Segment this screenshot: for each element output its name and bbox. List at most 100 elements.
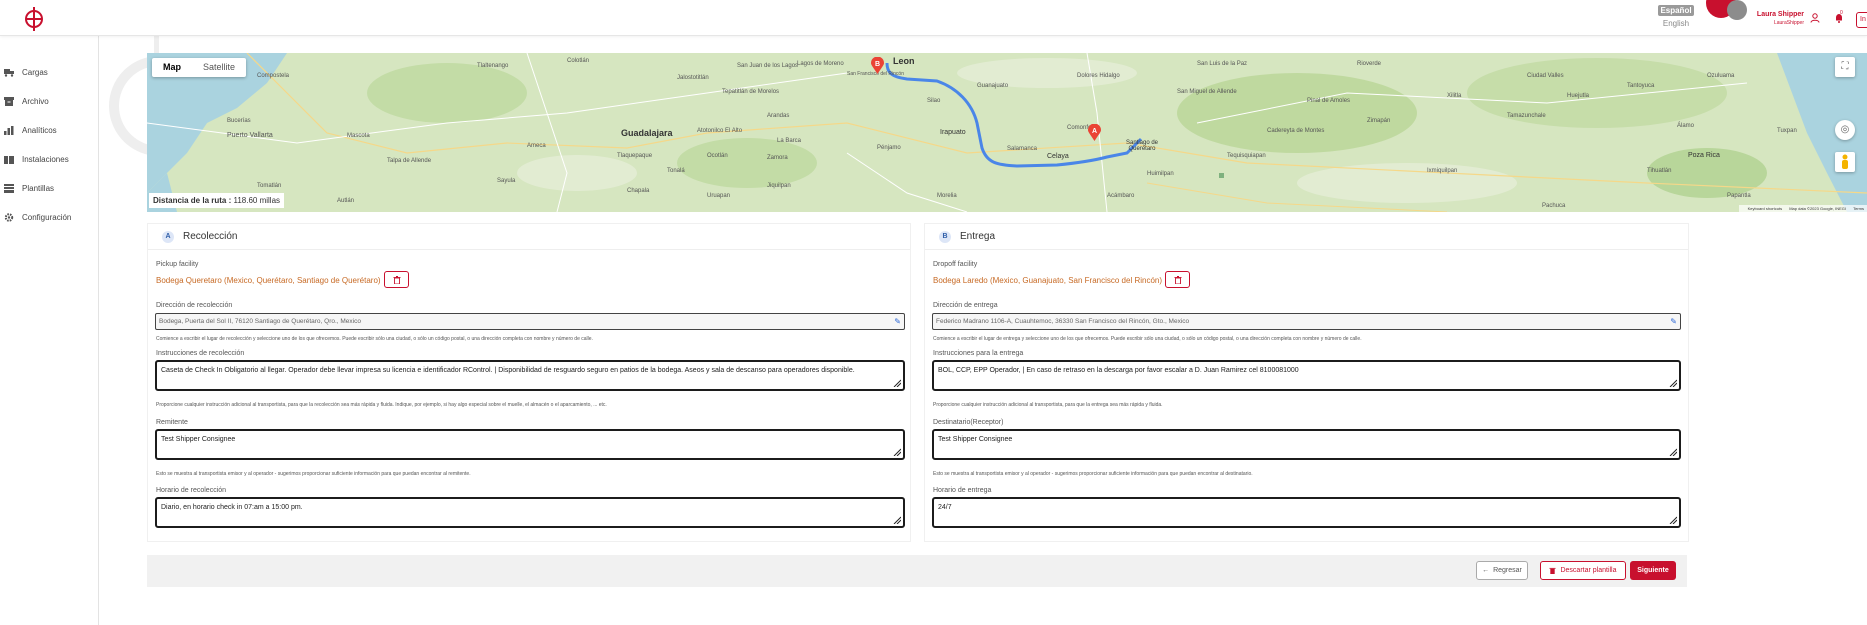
dropoff-header: B Entrega (925, 224, 1688, 250)
language-switcher[interactable]: Español English (1658, 5, 1694, 28)
map-label-city: Tuxpan (1777, 128, 1797, 134)
map-label-city: Acámbaro (1107, 193, 1135, 199)
route-distance: Distancia de la ruta : 118.60 millas (149, 193, 285, 208)
resize-grip-icon[interactable] (893, 448, 901, 456)
resize-grip-icon[interactable] (893, 516, 901, 524)
delete-pickup-facility-button[interactable] (384, 271, 409, 288)
sidebar-item-analiticos[interactable]: Analíticos (4, 123, 57, 137)
map-tab[interactable]: Map (152, 58, 192, 77)
map-label-city: Huejutla (1567, 93, 1590, 99)
lang-active[interactable]: Español (1658, 5, 1694, 16)
pencil-icon[interactable]: ✎ (1670, 317, 1677, 326)
lang-other[interactable]: English (1658, 19, 1694, 28)
sidebar-item-instalaciones[interactable]: Instalaciones (4, 152, 69, 166)
map-label-city: Atotonilco El Alto (697, 128, 743, 134)
pickup-instructions-textarea[interactable]: Caseta de Check In Obligatorio al llegar… (155, 360, 905, 391)
dropoff-hours-textarea[interactable]: 24/7 (932, 497, 1681, 528)
camera-control-icon[interactable]: ◎ (1835, 120, 1855, 140)
pickup-address-input[interactable]: Bodega, Puerta del Sol II, 76120 Santiag… (155, 313, 905, 330)
dropoff-hours-label: Horario de entrega (933, 487, 992, 494)
sidebar-item-cargas[interactable]: Cargas (4, 65, 48, 79)
pickup-address-label: Dirección de recolección (156, 302, 233, 309)
map-label-city: Sayula (497, 178, 516, 184)
dropoff-panel: B Entrega Dropoff facility Bodega Laredo… (924, 223, 1689, 542)
route-map[interactable]: Leon Guadalajara Irapuato Celaya Santiag… (147, 53, 1867, 212)
avatar[interactable] (1727, 0, 1747, 20)
back-button[interactable]: ← Regresar (1476, 561, 1528, 580)
recipient-textarea[interactable]: Test Shipper Consignee (932, 429, 1681, 460)
marker-b[interactable]: B (871, 56, 884, 74)
logo-icon[interactable] (22, 6, 46, 32)
map-label-city: Tihuatlán (1647, 168, 1672, 174)
logout-button[interactable]: In (1856, 12, 1867, 28)
user-icon[interactable] (1810, 13, 1820, 26)
fullscreen-icon[interactable]: ⛶ (1835, 57, 1855, 77)
gear-icon (4, 212, 15, 222)
pegman-icon[interactable] (1835, 152, 1855, 172)
sender-value: Test Shipper Consignee (161, 436, 236, 443)
marker-a[interactable]: A (1088, 123, 1101, 141)
map-label-city: Tepatitlán de Morelos (722, 89, 780, 95)
back-button-label: Regresar (1493, 567, 1522, 574)
map-label-city: Jalostotitlán (677, 75, 709, 81)
recipient-hint: Esto se muestra al transportista emisor … (933, 471, 1253, 477)
trash-icon (393, 276, 400, 285)
map-label-city: Guanajuato (977, 83, 1009, 89)
sidebar: Cargas Archivo Analíticos Instalaciones … (0, 36, 99, 625)
notification-count: 0 (1840, 10, 1843, 16)
sidebar-item-plantillas[interactable]: Plantillas (4, 181, 54, 195)
map-label-city: Arandas (767, 113, 790, 119)
dropoff-address-input[interactable]: Federico Madrano 1106-A, Cuauhtemoc, 363… (932, 313, 1681, 330)
map-label-city: Papantla (1727, 193, 1751, 199)
dropoff-facility-value[interactable]: Bodega Laredo (Mexico, Guanajuato, San F… (933, 276, 1162, 285)
next-button[interactable]: Siguiente (1630, 561, 1676, 580)
pickup-facility-label: Pickup facility (156, 261, 199, 268)
map-label-city: Rioverde (1357, 61, 1382, 67)
map-label-city: Uruapan (707, 193, 731, 199)
route-distance-value: 118.60 millas (233, 196, 281, 205)
pickup-title: Recolección (183, 231, 238, 242)
template-icon (4, 183, 15, 193)
sidebar-item-label: Configuración (22, 212, 72, 222)
map-label-city: Poza Rica (1688, 152, 1720, 159)
pickup-instructions-label: Instrucciones de recolección (156, 350, 245, 357)
archive-icon (4, 96, 15, 106)
pickup-hours-textarea[interactable]: Diario, en horario check in 07:am a 15:0… (155, 497, 905, 528)
pickup-header: A Recolección (148, 224, 910, 250)
resize-grip-icon[interactable] (1669, 448, 1677, 456)
map-label-city: Puerto Vallarta (227, 132, 273, 139)
sidebar-item-configuracion[interactable]: Configuración (4, 210, 71, 224)
map-label-city: Huimilpan (1147, 171, 1174, 177)
map-type-toggle[interactable]: Map Satellite (152, 58, 247, 77)
top-bar: Español English Laura Shipper LauraShipp… (0, 0, 1867, 36)
dropoff-instructions-textarea[interactable]: BOL, CCP, EPP Operador, | En caso de ret… (932, 360, 1681, 391)
delete-dropoff-facility-button[interactable] (1165, 271, 1190, 288)
resize-grip-icon[interactable] (1669, 379, 1677, 387)
map-label-city: San Luis de la Paz (1197, 61, 1248, 67)
sidebar-item-label: Instalaciones (22, 154, 69, 164)
arrow-left-icon: ← (1482, 567, 1490, 574)
map-label-city: Bucerías (227, 118, 251, 124)
terms-link[interactable]: Terms (1853, 206, 1864, 211)
map-label-city: Silao (927, 98, 941, 104)
map-label-city: Ameca (527, 143, 546, 149)
user-info[interactable]: Laura Shipper LauraShipper (1748, 11, 1804, 26)
sender-textarea[interactable]: Test Shipper Consignee (155, 429, 905, 460)
map-label-city: Tantoyuca (1627, 83, 1655, 89)
sidebar-item-archivo[interactable]: Archivo (4, 94, 49, 108)
pickup-facility-value[interactable]: Bodega Queretaro (Mexico, Querétaro, San… (156, 276, 381, 285)
pickup-hours-value: Diario, en horario check in 07:am a 15:0… (161, 504, 303, 511)
map-label-city: Santiago de Querétaro (1125, 140, 1159, 152)
map-label-city: Ciudad Valles (1527, 73, 1564, 79)
map-label-city: Tlaquepaque (617, 153, 653, 159)
pencil-icon[interactable]: ✎ (894, 317, 901, 326)
satellite-tab[interactable]: Satellite (192, 58, 246, 77)
discard-template-button[interactable]: Descartar plantilla (1540, 561, 1626, 580)
resize-grip-icon[interactable] (893, 379, 901, 387)
resize-grip-icon[interactable] (1669, 516, 1677, 524)
sidebar-item-label: Analíticos (22, 125, 57, 135)
sender-hint: Esto se muestra al transportista emisor … (156, 471, 471, 477)
map-label-city: Ixmiquilpan (1427, 168, 1458, 174)
keyboard-shortcuts-link[interactable]: Keyboard shortcuts (1748, 206, 1782, 211)
map-label-city: Ozuluama (1707, 73, 1735, 79)
